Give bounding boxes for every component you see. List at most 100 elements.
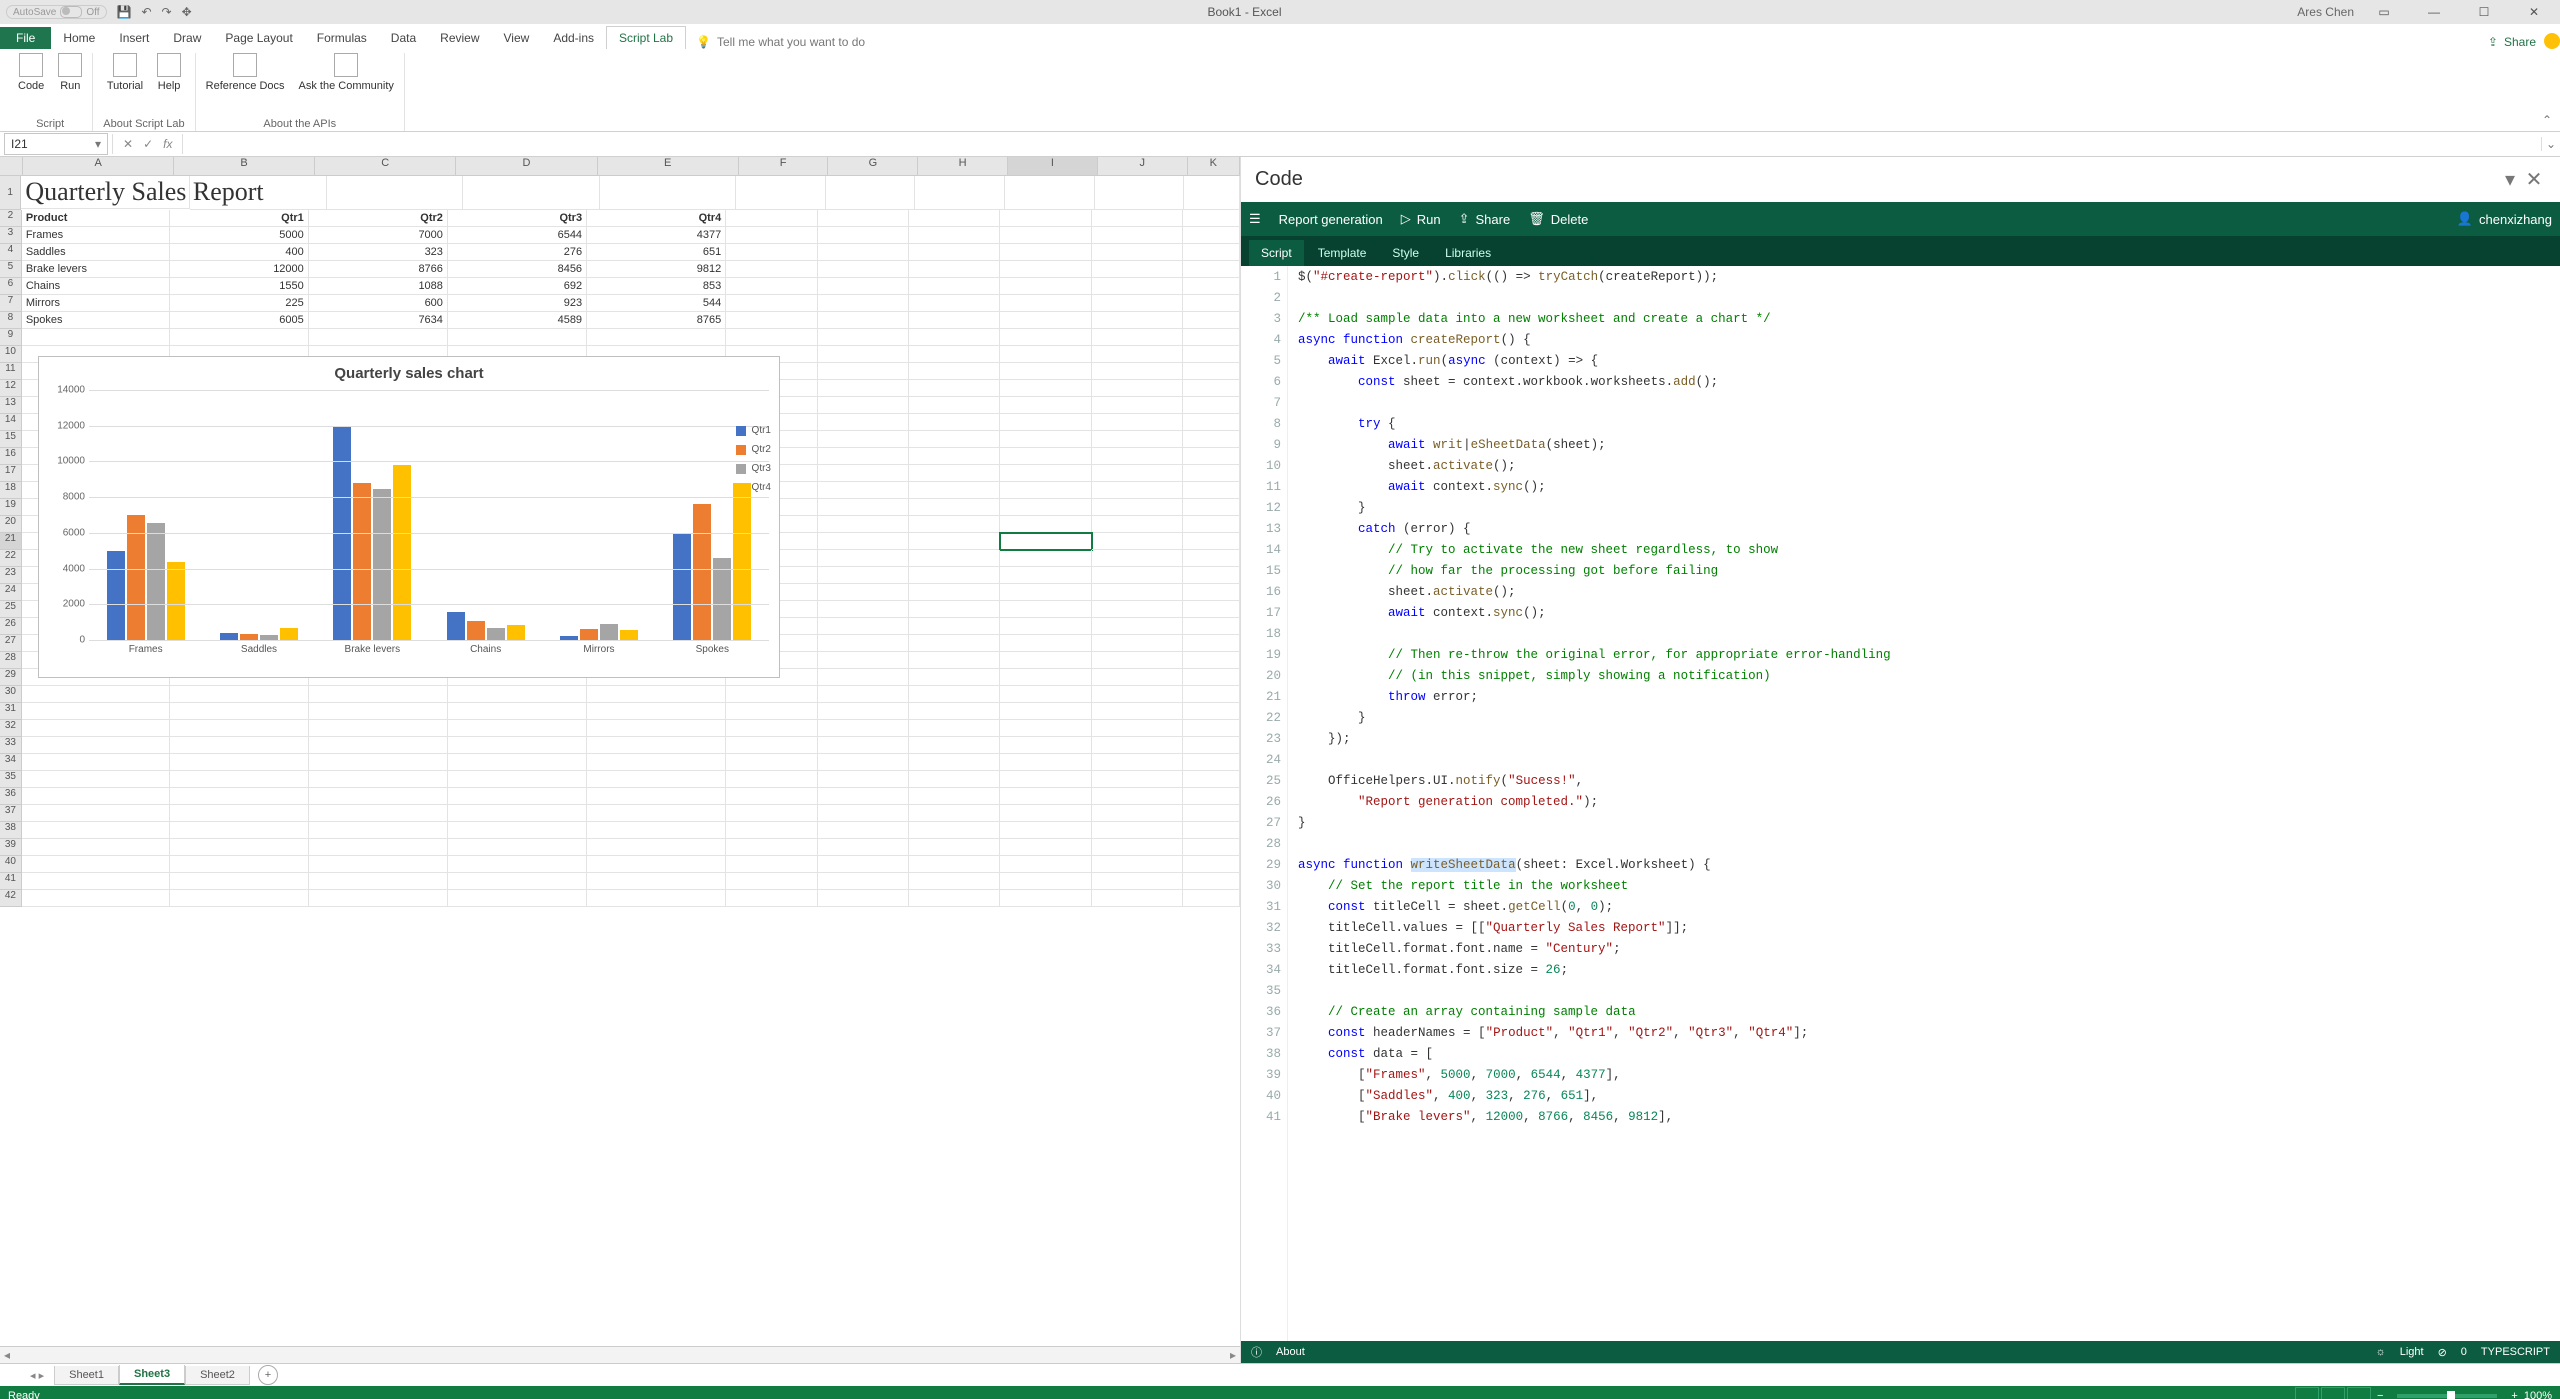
cell[interactable] [1183, 890, 1240, 907]
cell[interactable]: 4377 [587, 227, 726, 244]
cell[interactable] [448, 703, 587, 720]
row-header[interactable]: 34 [0, 754, 22, 771]
cell[interactable] [909, 635, 1000, 652]
cell[interactable] [309, 720, 448, 737]
row-header[interactable]: 12 [0, 380, 22, 397]
run-button[interactable]: Run [58, 53, 82, 92]
cell[interactable] [448, 805, 587, 822]
row-header[interactable]: 22 [0, 550, 22, 567]
cell[interactable] [1183, 771, 1240, 788]
cell[interactable] [1183, 329, 1240, 346]
row-header[interactable]: 42 [0, 890, 22, 907]
cell[interactable]: Saddles [22, 244, 170, 261]
cell[interactable] [170, 788, 309, 805]
cell[interactable] [909, 771, 1000, 788]
row-header[interactable]: 9 [0, 329, 22, 346]
ribbon-tab-home[interactable]: Home [51, 27, 107, 49]
cell[interactable]: 7634 [309, 312, 448, 329]
code-line[interactable] [1298, 753, 2560, 774]
cell[interactable] [1000, 890, 1091, 907]
header-cell[interactable]: Qtr4 [587, 210, 726, 227]
cell[interactable]: 544 [587, 295, 726, 312]
cell[interactable] [1000, 618, 1091, 635]
row-header[interactable]: 28 [0, 652, 22, 669]
code-line[interactable]: await context.sync(); [1298, 480, 2560, 501]
cell[interactable] [1000, 329, 1091, 346]
cell[interactable] [1000, 822, 1091, 839]
cell[interactable] [1000, 788, 1091, 805]
cell[interactable] [587, 771, 726, 788]
cell[interactable] [1092, 839, 1183, 856]
cell[interactable]: 225 [170, 295, 309, 312]
cell[interactable] [1183, 550, 1240, 567]
cell[interactable] [1183, 465, 1240, 482]
code-line[interactable]: // (in this snippet, simply showing a no… [1298, 669, 2560, 690]
cell[interactable] [170, 329, 309, 346]
cell[interactable] [1092, 856, 1183, 873]
code-line[interactable]: $("#create-report").click(() => tryCatch… [1298, 270, 2560, 291]
col-header-G[interactable]: G [828, 157, 918, 175]
pane-share-button[interactable]: ⇪Share [1459, 211, 1511, 227]
cell[interactable]: Frames [22, 227, 170, 244]
cell[interactable] [818, 414, 909, 431]
code-line[interactable]: await writ|eSheetData(sheet); [1298, 438, 2560, 459]
cell[interactable] [448, 890, 587, 907]
cell[interactable] [1183, 261, 1240, 278]
cell[interactable] [1000, 601, 1091, 618]
code-line[interactable]: sheet.activate(); [1298, 585, 2560, 606]
cell[interactable] [909, 312, 1000, 329]
cell[interactable] [726, 703, 817, 720]
cell[interactable] [587, 737, 726, 754]
cell[interactable] [448, 720, 587, 737]
cell[interactable] [909, 278, 1000, 295]
cell[interactable] [909, 329, 1000, 346]
cell[interactable] [22, 686, 170, 703]
cell[interactable] [1183, 822, 1240, 839]
cell[interactable] [309, 856, 448, 873]
cell[interactable] [1000, 363, 1091, 380]
cell[interactable] [170, 890, 309, 907]
embedded-chart[interactable]: Quarterly sales chart 020004000600080001… [38, 356, 780, 678]
cell[interactable] [1092, 737, 1183, 754]
cell[interactable] [818, 754, 909, 771]
cell[interactable] [909, 516, 1000, 533]
cell[interactable] [909, 669, 1000, 686]
cell[interactable] [1183, 516, 1240, 533]
cell[interactable] [309, 890, 448, 907]
cell[interactable] [818, 295, 909, 312]
fx-icon[interactable]: fx [163, 137, 172, 151]
cell[interactable] [818, 261, 909, 278]
cell[interactable] [909, 601, 1000, 618]
cell[interactable]: 8765 [587, 312, 726, 329]
cell[interactable] [170, 720, 309, 737]
row-header[interactable]: 10 [0, 346, 22, 363]
code-line[interactable]: "Report generation completed."); [1298, 795, 2560, 816]
cell[interactable] [170, 839, 309, 856]
code-line[interactable] [1298, 627, 2560, 648]
cell[interactable]: 1088 [309, 278, 448, 295]
name-box[interactable]: I21 ▾ [4, 133, 108, 155]
cell[interactable] [818, 397, 909, 414]
ribbon-tab-page-layout[interactable]: Page Layout [213, 27, 304, 49]
cell[interactable] [909, 465, 1000, 482]
cell[interactable] [726, 686, 817, 703]
header-cell[interactable] [726, 210, 817, 227]
help-button[interactable]: Help [157, 53, 181, 92]
cell[interactable] [170, 771, 309, 788]
pane-close-icon[interactable]: ✕ [2522, 167, 2546, 192]
col-header-A[interactable]: A [23, 157, 174, 175]
cell[interactable] [309, 771, 448, 788]
cell[interactable] [818, 448, 909, 465]
cell[interactable] [1183, 635, 1240, 652]
code-line[interactable]: const titleCell = sheet.getCell(0, 0); [1298, 900, 2560, 921]
cell[interactable] [818, 584, 909, 601]
cell[interactable] [909, 448, 1000, 465]
code-line[interactable]: // Then re-throw the original error, for… [1298, 648, 2560, 669]
cell[interactable] [818, 635, 909, 652]
cell[interactable] [1092, 363, 1183, 380]
cell[interactable] [1000, 635, 1091, 652]
cell[interactable] [1000, 397, 1091, 414]
ribbon-tab-view[interactable]: View [492, 27, 542, 49]
cell[interactable] [818, 771, 909, 788]
cell[interactable] [587, 805, 726, 822]
